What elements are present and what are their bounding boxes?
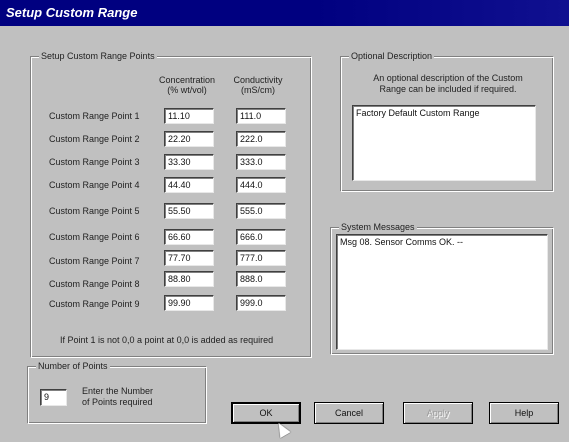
point-6-concentration-input[interactable]: 66.60 bbox=[164, 229, 214, 245]
number-of-points-input[interactable]: 9 bbox=[40, 389, 67, 406]
description-group-title: Optional Description bbox=[349, 51, 435, 61]
point-1-concentration-input[interactable]: 11.10 bbox=[164, 108, 214, 124]
point-8-concentration-input[interactable]: 88.80 bbox=[164, 271, 214, 287]
point-3-concentration-input[interactable]: 33.30 bbox=[164, 154, 214, 170]
apply-button-label: Apply bbox=[426, 408, 450, 418]
point-2-concentration-input[interactable]: 22.20 bbox=[164, 131, 214, 147]
point-8-label: Custom Range Point 8 bbox=[49, 279, 140, 289]
point-2-conductivity-input[interactable]: 222.0 bbox=[236, 131, 286, 147]
description-textarea[interactable]: Factory Default Custom Range bbox=[352, 105, 536, 181]
conductivity-header-line1: Conductivity bbox=[233, 75, 283, 85]
point-4-label: Custom Range Point 4 bbox=[49, 180, 140, 190]
point-3-label: Custom Range Point 3 bbox=[49, 157, 140, 167]
point-2-label: Custom Range Point 2 bbox=[49, 134, 140, 144]
concentration-header-line2: (% wt/vol) bbox=[167, 85, 207, 95]
description-hint-line2: Range can be included if required. bbox=[379, 84, 517, 94]
point-4-concentration-input[interactable]: 44.40 bbox=[164, 177, 214, 193]
description-hint-line1: An optional description of the Custom bbox=[373, 73, 523, 83]
help-button-label: Help bbox=[514, 408, 534, 418]
concentration-header-line1: Concentration bbox=[158, 75, 216, 85]
point-5-label: Custom Range Point 5 bbox=[49, 206, 140, 216]
description-hint: An optional description of the Custom Ra… bbox=[355, 73, 541, 95]
conductivity-header-line2: (mS/cm) bbox=[241, 85, 275, 95]
cancel-button-label: Cancel bbox=[334, 408, 363, 418]
help-button[interactable]: Help bbox=[489, 402, 559, 424]
number-of-points-hint-line1: Enter the Number bbox=[82, 386, 154, 396]
point-9-conductivity-input[interactable]: 999.0 bbox=[236, 295, 286, 311]
apply-button[interactable]: Apply bbox=[403, 402, 473, 424]
point-7-label: Custom Range Point 7 bbox=[49, 256, 140, 266]
point-7-concentration-input[interactable]: 77.70 bbox=[164, 250, 214, 266]
system-messages-box: Msg 08. Sensor Comms OK. -- bbox=[336, 234, 548, 350]
conductivity-header: Conductivity (mS/cm) bbox=[230, 75, 286, 95]
point-5-concentration-input[interactable]: 55.50 bbox=[164, 203, 214, 219]
point-9-label: Custom Range Point 9 bbox=[49, 299, 140, 309]
point-9-concentration-input[interactable]: 99.90 bbox=[164, 295, 214, 311]
number-of-points-hint-line2: of Points required bbox=[82, 397, 153, 407]
concentration-header: Concentration (% wt/vol) bbox=[154, 75, 220, 95]
window-title-bar: Setup Custom Range bbox=[0, 0, 569, 26]
point-zero-note: If Point 1 is not 0,0 a point at 0,0 is … bbox=[60, 335, 274, 345]
cancel-button[interactable]: Cancel bbox=[314, 402, 384, 424]
number-of-points-hint: Enter the Number of Points required bbox=[82, 386, 153, 408]
point-3-conductivity-input[interactable]: 333.0 bbox=[236, 154, 286, 170]
messages-group-title: System Messages bbox=[339, 222, 417, 232]
point-5-conductivity-input[interactable]: 555.0 bbox=[236, 203, 286, 219]
point-1-conductivity-input[interactable]: 111.0 bbox=[236, 108, 286, 124]
point-6-label: Custom Range Point 6 bbox=[49, 232, 140, 242]
point-6-conductivity-input[interactable]: 666.0 bbox=[236, 229, 286, 245]
point-7-conductivity-input[interactable]: 777.0 bbox=[236, 250, 286, 266]
point-1-label: Custom Range Point 1 bbox=[49, 111, 140, 121]
ok-button-label: OK bbox=[259, 408, 273, 418]
point-4-conductivity-input[interactable]: 444.0 bbox=[236, 177, 286, 193]
point-8-conductivity-input[interactable]: 888.0 bbox=[236, 271, 286, 287]
points-count-group-title: Number of Points bbox=[36, 361, 110, 371]
ok-button[interactable]: OK bbox=[231, 402, 301, 424]
points-group-title: Setup Custom Range Points bbox=[39, 51, 157, 61]
window-title: Setup Custom Range bbox=[6, 5, 138, 20]
